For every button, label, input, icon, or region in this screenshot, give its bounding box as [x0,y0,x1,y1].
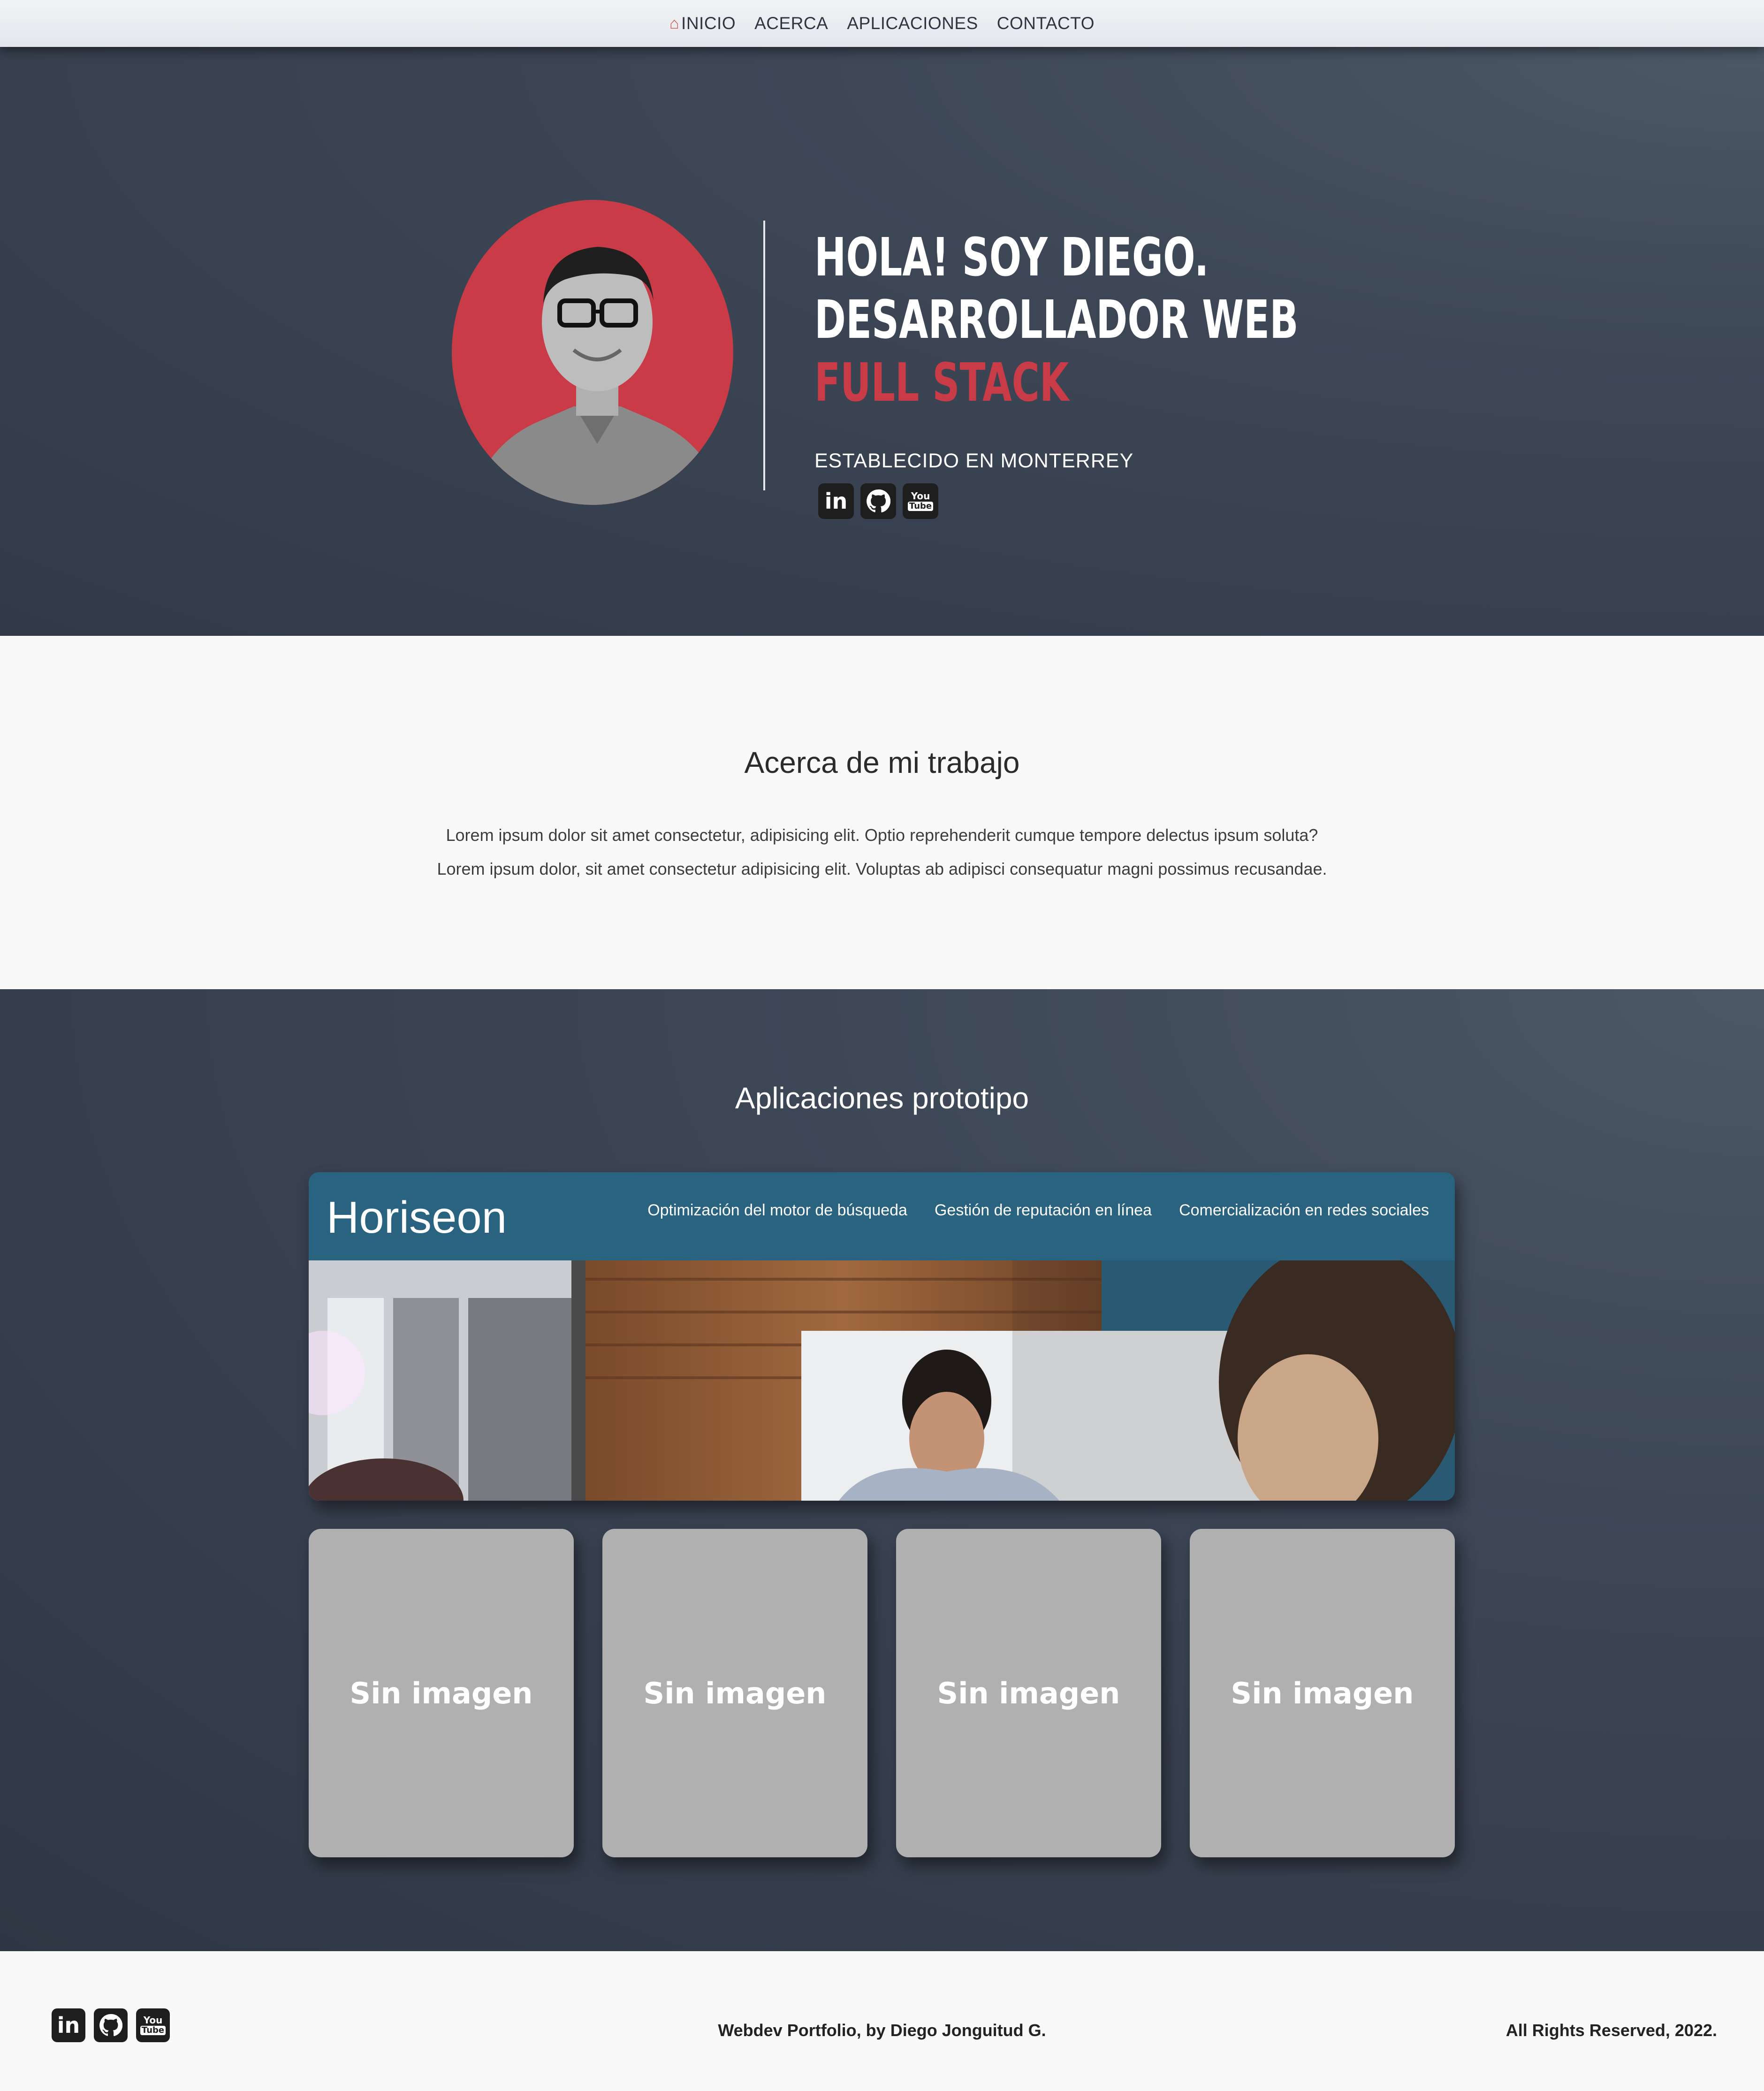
hero-greeting: HOLA! SOY DIEGO. [814,227,1209,288]
about-description: Lorem ipsum dolor sit amet consectetur, … [0,818,1764,886]
nav-link-contacto[interactable]: CONTACTO [997,14,1095,33]
app-card-placeholder: Sin imagen [643,1676,827,1710]
top-nav: ⌂ INICIO ACERCA APLICACIONES CONTACTO [0,0,1764,47]
nav-link-label: APLICACIONES [847,14,978,33]
app-card[interactable]: Sin imagen [309,1529,574,1857]
footer-credit: Webdev Portfolio, by Diego Jonguitud G. [718,2021,1046,2040]
nav-link-label: INICIO [681,14,736,33]
nav-link-label: CONTACTO [996,14,1095,33]
linkedin-icon[interactable]: in [818,483,854,519]
featured-app-header: Horiseon Optimización del motor de búsqu… [309,1172,1455,1260]
app-card[interactable]: Sin imagen [896,1529,1161,1857]
hero-social-links: in You Tube [818,483,938,519]
app-card-grid: Sin imagen Sin imagen Sin imagen Sin ima… [309,1529,1455,1857]
hero-divider [763,221,765,490]
featured-app-card[interactable]: Horiseon Optimización del motor de búsqu… [309,1172,1455,1501]
about-line-1: Lorem ipsum dolor sit amet consectetur, … [446,825,1318,845]
profile-photo [452,200,733,505]
app-card-placeholder: Sin imagen [350,1676,533,1710]
featured-app-photo [309,1260,1455,1501]
featured-app-link: Comercialización en redes sociales [1179,1201,1429,1219]
hero-role: DESARROLLADOR WEB [814,290,1299,351]
apps-title: Aplicaciones prototipo [735,1081,1029,1115]
apps-section: Aplicaciones prototipo Horiseon Optimiza… [0,989,1764,1951]
footer: in You Tube Webdev Portfolio, by Diego J… [0,1951,1764,2091]
about-line-2: Lorem ipsum dolor, sit amet consectetur … [437,859,1327,878]
nav-link-acerca[interactable]: ACERCA [754,14,828,33]
featured-app-links: Optimización del motor de búsqueda Gesti… [647,1201,1429,1220]
nav-link-aplicaciones[interactable]: APLICACIONES [847,14,978,33]
hero-location: ESTABLECIDO EN MONTERREY [814,450,1134,472]
house-icon: ⌂ [669,14,680,32]
github-icon[interactable] [860,483,896,519]
featured-app-link: Optimización del motor de búsqueda [647,1201,907,1219]
about-section: Acerca de mi trabajo Lorem ipsum dolor s… [0,636,1764,989]
hero-section: HOLA! SOY DIEGO. DESARROLLADOR WEB FULL … [0,47,1764,636]
featured-app-link: Gestión de reputación en línea [934,1201,1152,1219]
app-card[interactable]: Sin imagen [602,1529,867,1857]
app-card[interactable]: Sin imagen [1190,1529,1455,1857]
hero-role-accent: FULL STACK [814,352,1069,413]
nav-link-inicio[interactable]: ⌂ INICIO [669,14,736,33]
youtube-icon[interactable]: You Tube [903,483,938,519]
app-card-placeholder: Sin imagen [937,1676,1120,1710]
app-card-placeholder: Sin imagen [1231,1676,1414,1710]
footer-rights: All Rights Reserved, 2022. [1505,2021,1717,2040]
nav-link-label: ACERCA [754,14,829,33]
featured-app-logo: Horiseon [327,1192,507,1243]
about-title: Acerca de mi trabajo [744,746,1020,779]
